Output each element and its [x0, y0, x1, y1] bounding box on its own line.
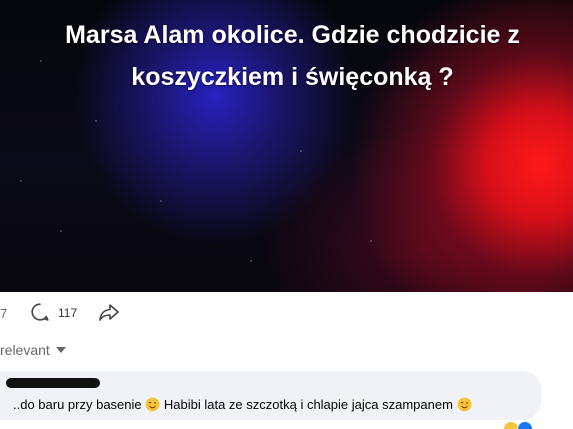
reactions-count[interactable]: 7 [0, 306, 7, 321]
post-actions-bar: 7 117 [0, 300, 573, 326]
winking-face-emoji-icon [145, 397, 160, 412]
share-icon[interactable] [98, 302, 120, 322]
post-overlay-text: Marsa Alam okolice. Gdzie chodzicie z ko… [12, 14, 573, 98]
comment-text: ..do baru przy basenie Habibi lata ze sz… [13, 397, 533, 412]
like-reaction-icon [517, 421, 533, 429]
post-image[interactable]: Marsa Alam okolice. Gdzie chodzicie z ko… [0, 0, 573, 292]
comments-count[interactable]: 117 [58, 306, 77, 320]
comment-text-part-1: ..do baru przy basenie [13, 397, 142, 412]
comment-bubble: ..do baru przy basenie Habibi lata ze sz… [0, 371, 541, 420]
comment-reactions-badge[interactable] [503, 419, 537, 429]
comment-sort-selector[interactable]: relevant [0, 340, 66, 360]
winking-face-emoji-icon [457, 397, 471, 412]
overlay-line-1: Marsa Alam okolice. Gdzie chodzicie z [65, 21, 520, 49]
redacted-author-name[interactable] [6, 378, 100, 388]
overlay-line-2: koszyczkiem i święconką ? [131, 63, 454, 91]
chevron-down-icon [55, 347, 66, 353]
sort-label: relevant [0, 342, 50, 358]
comment-icon[interactable] [30, 302, 50, 322]
comment-text-part-2: Habibi lata ze szczotką i chlapie jajca … [160, 397, 453, 412]
